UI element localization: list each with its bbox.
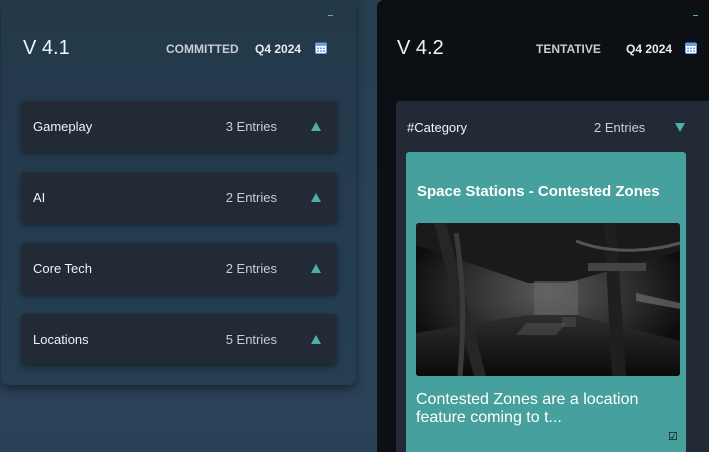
status-label: TENTATIVE bbox=[536, 42, 601, 56]
triangle-up-icon[interactable] bbox=[311, 122, 321, 131]
category-panel: #Category 2 Entries Space Stations - Con… bbox=[396, 101, 709, 452]
status-label: COMMITTED bbox=[166, 42, 239, 56]
calendar-icon[interactable] bbox=[315, 42, 327, 54]
category-name: Core Tech bbox=[33, 261, 93, 276]
station-interior-image bbox=[416, 223, 680, 376]
triangle-down-icon[interactable] bbox=[675, 123, 685, 132]
category-count: 5 Entries bbox=[225, 332, 277, 347]
checkbox-icon[interactable]: ☑ bbox=[668, 432, 678, 443]
accent-dash bbox=[328, 15, 333, 16]
category-count: 2 Entries bbox=[594, 120, 646, 135]
category-count: 3 Entries bbox=[225, 119, 277, 134]
triangle-up-icon[interactable] bbox=[311, 264, 321, 273]
category-count: 2 Entries bbox=[225, 190, 277, 205]
feature-card[interactable]: Space Stations - Contested Zones Contest… bbox=[406, 152, 686, 452]
card-image bbox=[416, 223, 680, 376]
category-name: #Category bbox=[407, 120, 467, 135]
category-name: Locations bbox=[33, 332, 89, 347]
accent-dash bbox=[693, 15, 698, 16]
release-date: Q4 2024 bbox=[626, 42, 673, 56]
card-title: Space Stations - Contested Zones bbox=[417, 183, 660, 200]
card-description: Contested Zones are a location feature c… bbox=[416, 391, 639, 426]
category-gameplay[interactable]: Gameplay 3 Entries bbox=[21, 101, 337, 152]
category-locations[interactable]: Locations 5 Entries bbox=[21, 314, 337, 365]
category-ai[interactable]: AI 2 Entries bbox=[21, 172, 337, 223]
triangle-up-icon[interactable] bbox=[311, 335, 321, 344]
release-column-v41: V 4.1 COMMITTED Q4 2024 Gameplay 3 Entri… bbox=[1, 0, 356, 385]
category-name: AI bbox=[33, 190, 46, 205]
version-title: V 4.1 bbox=[23, 37, 70, 59]
calendar-icon[interactable] bbox=[685, 42, 697, 54]
category-count: 2 Entries bbox=[225, 261, 277, 276]
release-date: Q4 2024 bbox=[255, 42, 302, 56]
triangle-up-icon[interactable] bbox=[311, 193, 321, 202]
version-title: V 4.2 bbox=[397, 37, 444, 59]
category-core-tech[interactable]: Core Tech 2 Entries bbox=[21, 243, 337, 294]
category-name: Gameplay bbox=[33, 119, 93, 134]
